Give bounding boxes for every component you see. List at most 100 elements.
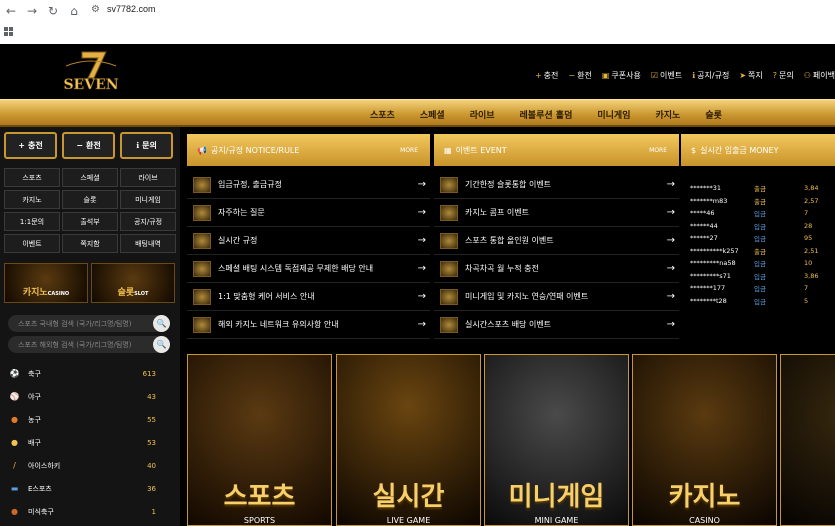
sport-count: 55 [147, 415, 156, 424]
sport-count: 36 [147, 484, 156, 493]
sidebar-grid-item[interactable]: 출석부 [62, 212, 118, 231]
main-nav-item[interactable]: 스페셜 [420, 108, 445, 121]
notice-row[interactable]: 입금규정, 출금규정 → [187, 171, 430, 199]
site-logo[interactable]: SEVEN [56, 48, 126, 94]
search-icon[interactable]: 🔍 [153, 336, 170, 353]
main-nav-item[interactable]: 레볼루션 홀덤 [520, 108, 573, 121]
sidebar-grid-item[interactable]: 1:1문의 [4, 212, 60, 231]
main-nav-item[interactable]: 라이브 [470, 108, 495, 121]
sidebar-grid-item[interactable]: 라이브 [120, 168, 176, 187]
sport-item[interactable]: ● 미식축구 1 [0, 500, 180, 523]
notice-row[interactable]: 스페셜 배팅 시스템 독점제공 무제한 배당 안내 → [187, 255, 430, 283]
sidebar-grid-item[interactable]: 이벤트 [4, 234, 60, 253]
home-icon[interactable]: ⌂ [66, 3, 82, 19]
banner-title-text: 슬롯 [117, 288, 135, 298]
game-card[interactable]: 스포츠 SPORTS [187, 354, 332, 526]
reload-icon[interactable]: ↻ [45, 3, 61, 19]
top-menu-label: 환전 [577, 71, 592, 80]
notice-row[interactable]: 1:1 맞춤형 케어 서비스 안내 → [187, 283, 430, 311]
top-menu-icon: − [568, 71, 576, 80]
event-title: 이벤트 [455, 145, 478, 155]
notice-row[interactable]: 자주하는 질문 → [187, 199, 430, 227]
game-card-subtitle: MINI GAME [534, 516, 579, 525]
top-menu-item[interactable]: ? 문의 [773, 70, 794, 81]
arrow-right-icon: → [417, 319, 426, 330]
overseas-search-input[interactable]: 스포츠 해외형 검색 (국가/리그명/팀명) 🔍 [8, 336, 170, 353]
top-menu-item[interactable]: ℹ 공지/규정 [692, 70, 729, 81]
sport-icon: ▬ [10, 484, 19, 493]
top-menu-item[interactable]: ▣ 쿠폰사용 [602, 70, 641, 81]
megaphone-icon: 📢 [197, 145, 207, 155]
money-kind: 출금 [754, 185, 766, 194]
event-more-link[interactable]: MORE [649, 147, 667, 154]
sidebar-grid-item[interactable]: 스페셜 [62, 168, 118, 187]
notice-row[interactable]: 실시간 규정 → [187, 227, 430, 255]
sport-item[interactable]: ⚽ 축구 613 [0, 362, 180, 385]
sidebar-grid-item[interactable]: 스포츠 [4, 168, 60, 187]
sport-name: 축구 [28, 369, 41, 378]
main-nav-item[interactable]: 슬롯 [705, 108, 722, 121]
sport-icon: ● [11, 415, 18, 424]
sidebar-grid-item[interactable]: 배팅내역 [120, 234, 176, 253]
dollar-icon: $ [691, 145, 697, 155]
sidebar-grid-item[interactable]: 공지/규정 [120, 212, 176, 231]
game-card[interactable]: 카지노 CASINO [632, 354, 777, 526]
domestic-search-input[interactable]: 스포츠 국내형 검색 (국가/리그명/팀명) 🔍 [8, 315, 170, 332]
event-row-title: 실시간스포츠 배당 이벤트 [465, 320, 552, 329]
sidebar-grid-item[interactable]: 미니게임 [120, 190, 176, 209]
event-row-title: 차곡차곡 월 누적 충전 [465, 264, 539, 273]
search-icon[interactable]: 🔍 [153, 315, 170, 332]
notice-header[interactable]: 📢 공지/규정 NOTICE/RULE MORE [187, 134, 430, 166]
notice-more-link[interactable]: MORE [400, 147, 418, 154]
sport-item[interactable]: ⚾ 야구 43 [0, 385, 180, 408]
main-nav-item[interactable]: 미니게임 [597, 108, 630, 121]
money-amount: 95 [804, 234, 813, 243]
address-bar[interactable]: sv7782.com [107, 4, 156, 14]
sport-count: 53 [147, 438, 156, 447]
quick-action-icon: ℹ [136, 141, 140, 150]
sidebar-grid-item[interactable]: 카지노 [4, 190, 60, 209]
event-row[interactable]: 차곡차곡 월 누적 충전 → [434, 255, 679, 283]
sidebar-grid-item[interactable]: 쪽지함 [62, 234, 118, 253]
sidebar-grid-item[interactable]: 슬롯 [62, 190, 118, 209]
sport-icon: ⚽ [9, 369, 20, 378]
top-menu-item[interactable]: + 충전 [535, 70, 558, 81]
event-row[interactable]: 카지노 콤프 이벤트 → [434, 199, 679, 227]
sidebar-banner[interactable]: 카지노CASINO [4, 263, 88, 303]
quick-action-button[interactable]: − 환전 [62, 132, 115, 159]
game-card[interactable]: 미니게임 MINI GAME [484, 354, 629, 526]
forward-icon[interactable]: → [24, 3, 40, 19]
overseas-search-placeholder: 스포츠 해외형 검색 (국가/리그명/팀명) [18, 340, 132, 349]
game-card[interactable]: 실시간 LIVE GAME [336, 354, 481, 526]
notice-row-title: 스페셜 배팅 시스템 독점제공 무제한 배당 안내 [218, 264, 374, 273]
event-header[interactable]: ▦ 이벤트 EVENT MORE [434, 134, 679, 166]
sport-item[interactable]: ● 배구 53 [0, 431, 180, 454]
top-menu-item[interactable]: ⚇ 페이백 [804, 70, 835, 81]
top-menu-item[interactable]: ☑ 이벤트 [651, 70, 682, 81]
money-user: *******31 [690, 184, 722, 193]
sidebar-banner[interactable]: 슬롯SLOT [91, 263, 175, 303]
money-row: ******27 입금 95 [684, 232, 835, 245]
notice-row[interactable]: 해외 카지노 네트워크 유의사항 안내 → [187, 311, 430, 339]
top-menu-item[interactable]: − 환전 [568, 70, 591, 81]
quick-action-icon: − [76, 141, 83, 150]
event-row[interactable]: 스포츠 통합 올인원 이벤트 → [434, 227, 679, 255]
event-row[interactable]: 미니게임 및 카지노 연승/연패 이벤트 → [434, 283, 679, 311]
game-card[interactable] [780, 354, 835, 526]
site-info-icon[interactable]: ⚙ [91, 4, 100, 15]
top-menu-item[interactable]: ➤ 쪽지 [739, 70, 762, 81]
sport-item[interactable]: ● 농구 55 [0, 408, 180, 431]
banner-title: 카지노CASINO [5, 285, 87, 298]
sport-item[interactable]: ▬ E스포츠 36 [0, 477, 180, 500]
back-icon[interactable]: ← [3, 3, 19, 19]
sport-item[interactable]: / 아이스하키 40 [0, 454, 180, 477]
quick-action-button[interactable]: + 충전 [4, 132, 57, 159]
apps-icon[interactable] [4, 27, 13, 36]
quick-action-button[interactable]: ℹ 문의 [120, 132, 173, 159]
event-row[interactable]: 실시간스포츠 배당 이벤트 → [434, 311, 679, 339]
quick-action-icon: + [18, 141, 25, 150]
main-nav-item[interactable]: 스포츠 [370, 108, 395, 121]
main-nav-item[interactable]: 카지노 [655, 108, 680, 121]
event-thumbnail [440, 176, 458, 193]
event-row[interactable]: 기간한정 슬롯통합 이벤트 → [434, 171, 679, 199]
